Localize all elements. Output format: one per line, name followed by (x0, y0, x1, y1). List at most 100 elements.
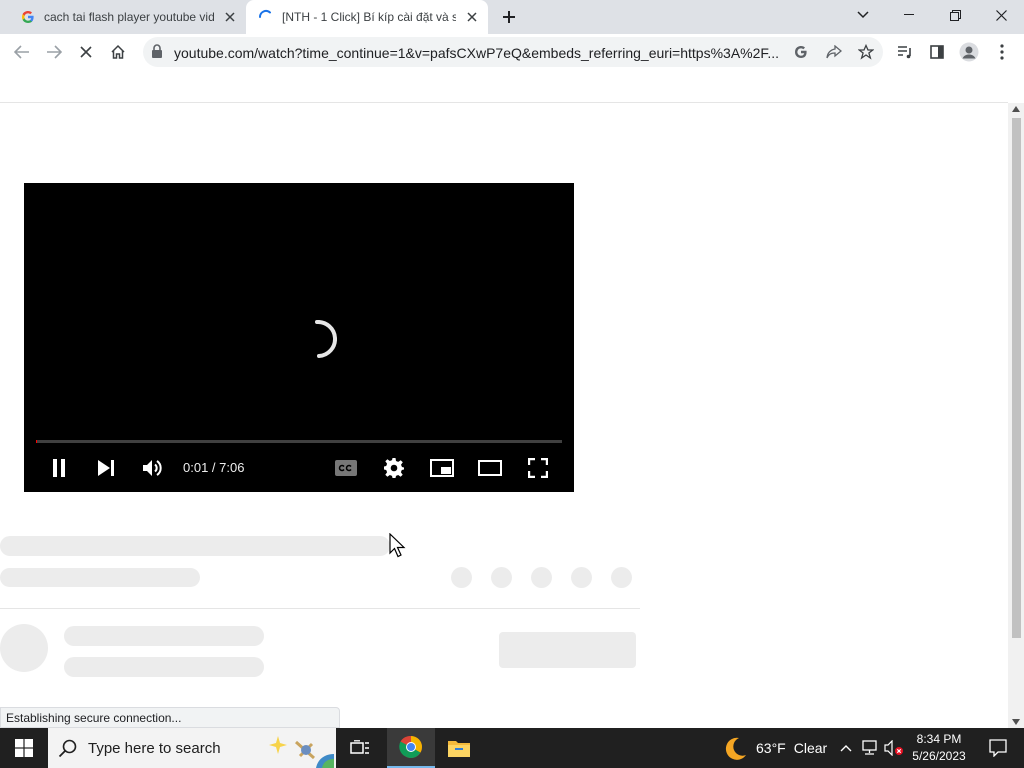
close-window-button[interactable] (978, 0, 1024, 30)
channel-avatar-skeleton (0, 624, 48, 672)
tab-title: [NTH - 1 Click] Bí kíp cài đặt và sử dụn… (282, 10, 456, 24)
minimize-button[interactable] (886, 0, 932, 30)
arrow-right-icon (47, 45, 62, 59)
network-icon (862, 740, 877, 755)
folder-icon (448, 741, 470, 757)
channel-name-skeleton (64, 626, 264, 646)
media-control-button[interactable] (891, 38, 919, 66)
action-skeleton (571, 567, 592, 588)
buffering-spinner-icon (315, 320, 337, 358)
menu-button[interactable] (988, 38, 1016, 66)
video-time: 0:01 / 7:06 (183, 460, 245, 475)
close-tab-icon[interactable] (222, 9, 238, 25)
clock-date: 5/26/2023 (912, 749, 966, 763)
profile-button[interactable] (955, 38, 983, 66)
network-button[interactable] (859, 728, 881, 768)
chevron-down-icon (857, 11, 869, 19)
action-skeleton (531, 567, 552, 588)
tab-strip: cach tai flash player youtube video [NTH… (0, 0, 1024, 34)
progress-fill (36, 440, 38, 443)
scroll-thumb[interactable] (1012, 118, 1021, 638)
address-bar[interactable]: youtube.com/watch?time_continue=1&v=pafs… (143, 37, 883, 67)
closed-captions-icon (335, 460, 357, 476)
theater-icon (478, 460, 502, 476)
back-button[interactable] (8, 38, 36, 66)
close-tab-icon[interactable] (464, 9, 480, 25)
new-tab-button[interactable] (497, 5, 521, 29)
minimize-icon (904, 14, 914, 15)
miniplayer-icon (430, 459, 454, 477)
fullscreen-icon (528, 458, 548, 478)
status-bubble: Establishing secure connection... (0, 707, 340, 728)
volume-button[interactable] (883, 728, 905, 768)
start-button[interactable] (0, 728, 48, 768)
url-text[interactable]: youtube.com/watch?time_continue=1&v=pafs… (174, 45, 784, 61)
views-skeleton (0, 568, 200, 587)
taskbar: Type here to search 63°F Clear 8:34 PM 5… (0, 728, 1024, 768)
fullscreen-button[interactable] (526, 456, 550, 480)
show-hidden-icons-button[interactable] (835, 728, 857, 768)
volume-icon (143, 460, 162, 476)
scroll-up-arrow-icon[interactable] (1012, 106, 1020, 112)
mute-button[interactable] (141, 456, 165, 480)
next-button[interactable] (94, 456, 118, 480)
restore-button[interactable] (932, 0, 978, 30)
stop-loading-button[interactable] (72, 38, 100, 66)
notification-icon (989, 739, 1007, 757)
title-skeleton (0, 536, 390, 556)
browser-toolbar: youtube.com/watch?time_continue=1&v=pafs… (0, 34, 1024, 70)
settings-button[interactable] (382, 456, 406, 480)
home-icon (111, 44, 125, 59)
action-skeleton (611, 567, 632, 588)
side-panel-button[interactable] (923, 38, 951, 66)
taskbar-file-explorer[interactable] (435, 728, 483, 768)
taskbar-chrome[interactable] (387, 728, 435, 768)
mouse-cursor-icon (389, 533, 406, 558)
action-skeleton (491, 567, 512, 588)
notifications-button[interactable] (978, 728, 1018, 768)
share-icon[interactable] (824, 42, 844, 62)
miniplayer-button[interactable] (430, 456, 454, 480)
kebab-menu-icon (1000, 44, 1004, 60)
tab-youtube-video[interactable]: [NTH - 1 Click] Bí kíp cài đặt và sử dụn… (246, 0, 488, 34)
plus-icon (503, 11, 515, 23)
search-icon (58, 738, 78, 763)
restore-icon (949, 9, 961, 21)
gear-icon (384, 458, 404, 478)
home-button[interactable] (104, 38, 132, 66)
tab-search-button[interactable] (840, 0, 886, 30)
volume-muted-icon (884, 740, 903, 756)
weather-widget[interactable]: 63°F Clear (724, 728, 827, 768)
media-queue-icon (898, 46, 911, 59)
theater-mode-button[interactable] (478, 456, 502, 480)
tab-google-search[interactable]: cach tai flash player youtube video (8, 0, 246, 34)
clock[interactable]: 8:34 PM 5/26/2023 (906, 731, 972, 765)
search-placeholder: Type here to search (88, 740, 221, 757)
pause-icon (53, 459, 65, 477)
forward-button[interactable] (40, 38, 68, 66)
taskbar-search-box[interactable]: Type here to search (48, 728, 336, 768)
subscribe-button-skeleton (499, 632, 636, 668)
video-player[interactable]: 0:01 / 7:06 (24, 183, 574, 492)
search-highlight-icon (266, 732, 334, 768)
chrome-icon (399, 735, 422, 758)
subscriber-skeleton (64, 657, 264, 677)
arrow-left-icon (14, 45, 29, 59)
bookmark-star-icon[interactable] (856, 42, 876, 62)
lock-icon (151, 44, 163, 63)
task-view-button[interactable] (336, 728, 384, 768)
progress-bar[interactable] (36, 440, 562, 443)
google-lens-icon[interactable] (791, 42, 811, 62)
moon-icon (725, 737, 746, 760)
subtitles-button[interactable] (334, 456, 358, 480)
page-scrollbar[interactable] (1008, 103, 1024, 728)
clock-time: 8:34 PM (916, 732, 962, 746)
pause-button[interactable] (47, 456, 71, 480)
close-icon (80, 46, 92, 58)
tab-title: cach tai flash player youtube video (44, 10, 214, 24)
weather-condition: Clear (793, 740, 828, 756)
scroll-down-arrow-icon[interactable] (1012, 719, 1020, 725)
side-panel-icon (930, 45, 944, 59)
avatar-icon (959, 42, 979, 62)
page-content: 0:01 / 7:06 Establishing secure connecti… (0, 70, 1024, 728)
